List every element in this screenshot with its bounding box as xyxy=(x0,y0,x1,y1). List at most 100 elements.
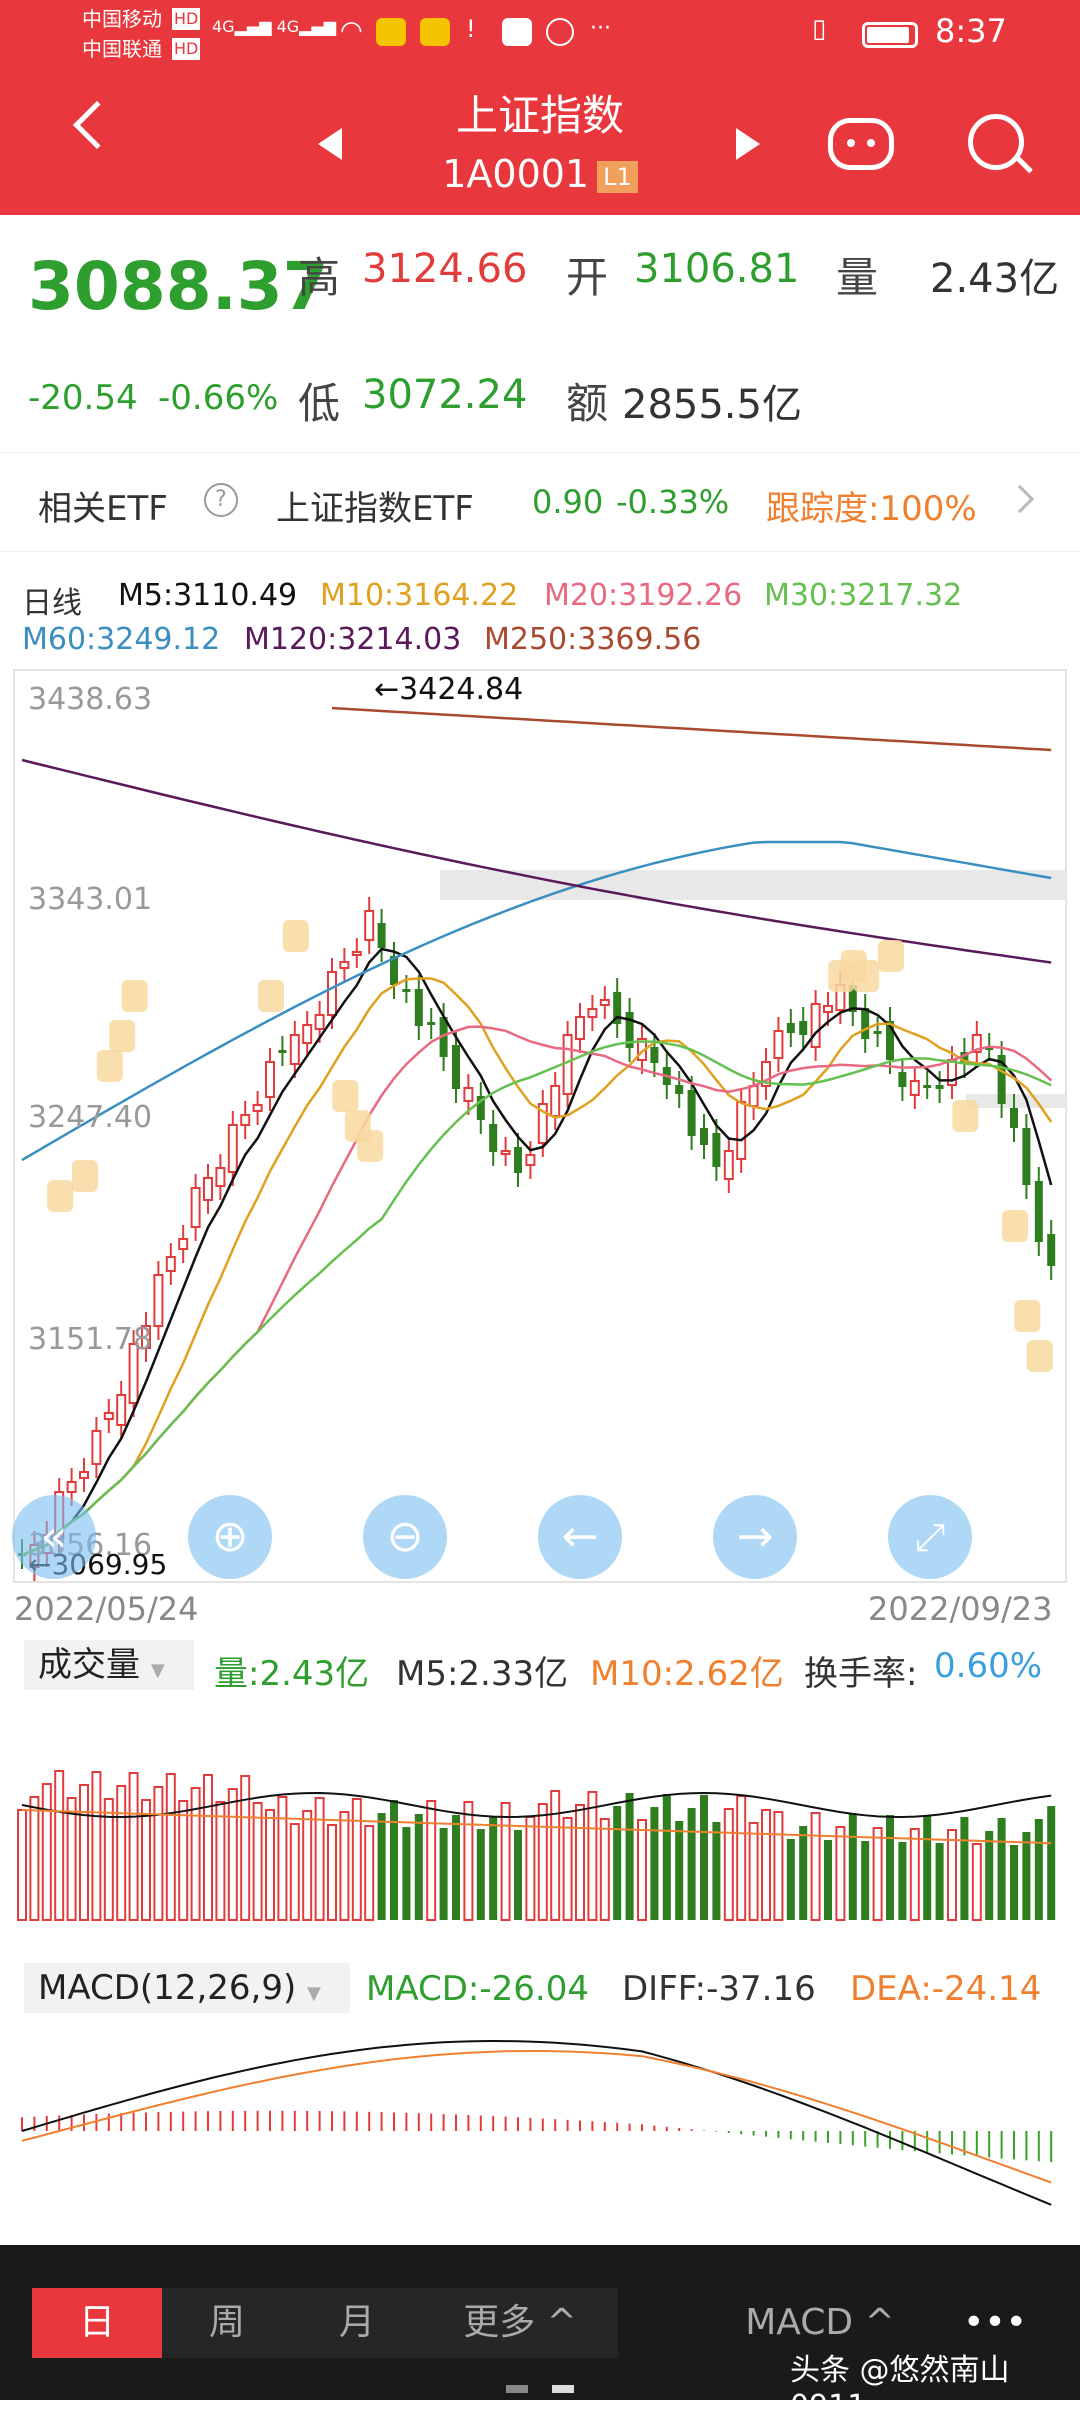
candle-up xyxy=(240,1114,251,1126)
candle-down xyxy=(452,1045,460,1089)
zoom-out-button[interactable]: ⊖ xyxy=(363,1495,447,1579)
sequence-marker xyxy=(853,960,880,992)
ma60-label: M60:3249.12 xyxy=(22,622,221,657)
candle-up xyxy=(773,1030,784,1059)
candle-up xyxy=(165,1256,176,1272)
volume-selector[interactable]: 成交量 ▼ xyxy=(24,1640,194,1690)
related-etf-row[interactable]: 相关ETF ? 上证指数ETF 0.90 -0.33% 跟踪度:100% xyxy=(0,452,1080,552)
ma120-line xyxy=(21,758,1052,964)
candle-down xyxy=(786,1023,795,1033)
volume-bar-up xyxy=(289,1823,300,1921)
pan-right-button[interactable]: → xyxy=(713,1495,797,1579)
weibo-icon xyxy=(376,18,406,46)
candle-down xyxy=(861,1008,870,1039)
volume-bar-up xyxy=(178,1800,189,1921)
date-end: 2022/09/23 xyxy=(868,1590,1053,1628)
volume-bar-up xyxy=(599,1818,610,1921)
candle-down xyxy=(414,989,423,1026)
macd-value: MACD:-26.04 xyxy=(366,1969,589,2009)
tab-month[interactable]: 月 xyxy=(292,2288,422,2358)
pan-left-button[interactable]: ← xyxy=(538,1495,622,1579)
current-price: 3088.37 xyxy=(28,248,329,325)
volume-bar-down xyxy=(1010,1845,1018,1920)
sequence-marker xyxy=(1002,1210,1028,1242)
volume-bar-down xyxy=(414,1814,423,1920)
candle-up xyxy=(79,1471,89,1479)
volume-bar-up xyxy=(141,1799,151,1921)
candle-up xyxy=(723,1150,734,1180)
candle-down xyxy=(675,1085,684,1094)
candle-up xyxy=(575,1016,585,1040)
next-stock-icon[interactable] xyxy=(736,128,760,160)
volume-bar-up xyxy=(277,1796,288,1921)
volume-bar-up xyxy=(947,1829,957,1921)
y-label-4: 3151.78 xyxy=(28,1322,153,1357)
tab-week[interactable]: 周 xyxy=(162,2288,292,2358)
price-change-pct: -0.66% xyxy=(158,378,279,418)
high-marker: ←3424.84 xyxy=(374,672,524,707)
sequence-marker xyxy=(1026,1340,1053,1372)
volume-bar-down xyxy=(650,1807,659,1920)
volume-bar-up xyxy=(773,1811,784,1921)
collapse-left-button[interactable]: « xyxy=(12,1495,96,1579)
zoom-in-button[interactable]: ⊕ xyxy=(188,1495,272,1579)
volume-bar-up xyxy=(909,1828,920,1921)
ma10-line xyxy=(21,977,1053,1557)
volume-value: 2.43亿 xyxy=(930,256,1060,302)
ball-icon xyxy=(546,18,574,46)
fullscreen-button[interactable]: ⤢ xyxy=(888,1495,972,1579)
ma30-label: M30:3217.32 xyxy=(764,578,963,613)
ma120-label: M120:3214.03 xyxy=(244,622,462,657)
sequence-marker xyxy=(878,940,904,972)
candle-up xyxy=(500,1150,511,1155)
tab-more[interactable]: 更多 ^ xyxy=(422,2288,618,2358)
volume-bar-down xyxy=(997,1818,1006,1920)
volume-bar-up xyxy=(116,1785,127,1921)
ma250-line xyxy=(331,706,1052,752)
volume-bar-down xyxy=(402,1827,411,1920)
level-badge: L1 xyxy=(597,160,638,193)
search-icon[interactable] xyxy=(968,114,1024,170)
candle-down xyxy=(700,1128,708,1145)
tab-day[interactable]: 日 xyxy=(32,2288,162,2358)
kline-svg xyxy=(13,669,1067,1583)
sequence-marker xyxy=(332,1080,359,1112)
volume-bar-up xyxy=(165,1773,176,1921)
open-label: 开 xyxy=(566,253,609,302)
volume-bar-down xyxy=(662,1794,671,1920)
candle-up xyxy=(810,1003,821,1048)
candle-up xyxy=(302,1024,313,1044)
volume-bar-up xyxy=(537,1803,548,1921)
volume-bar-down xyxy=(514,1830,522,1920)
candle-up xyxy=(178,1238,189,1250)
candle-down xyxy=(1034,1181,1043,1242)
macd-title: MACD(12,26,9) xyxy=(38,1968,297,2008)
etf-pct: -0.33% xyxy=(616,483,730,521)
kline-chart[interactable]: 3438.63 3343.01 3247.40 3151.78 3056.16 … xyxy=(0,660,1080,1590)
y-label-1: 3438.63 xyxy=(28,682,153,717)
candle-up xyxy=(736,1101,747,1160)
candle-up xyxy=(339,961,350,969)
volume-bar-up xyxy=(240,1775,251,1921)
volume-bar-down xyxy=(985,1831,994,1920)
candle-up xyxy=(153,1274,164,1327)
help-icon[interactable]: ? xyxy=(204,483,238,517)
volume-bar-down xyxy=(613,1806,622,1920)
volume-bar-down xyxy=(1034,1819,1043,1920)
candle-up xyxy=(550,1085,561,1117)
candle-up xyxy=(599,999,610,1006)
candle-up xyxy=(327,971,337,1016)
volume-bar-down xyxy=(824,1840,832,1920)
volume-m5: M5:2.33亿 xyxy=(396,1654,569,1694)
watermark: 头条 @悠然南山0911 xyxy=(790,2353,1010,2424)
volume-bar-down xyxy=(1022,1832,1031,1920)
macd-selector[interactable]: MACD(12,26,9) ▼ xyxy=(24,1963,350,2013)
robot-icon[interactable] xyxy=(828,118,894,170)
volume-bar-down xyxy=(687,1808,696,1920)
volume-bar-up xyxy=(41,1783,52,1921)
y-label-2: 3343.01 xyxy=(28,882,153,917)
volume-bar-up xyxy=(91,1771,102,1921)
candle-up xyxy=(215,1167,226,1187)
volume-bar-up xyxy=(252,1802,263,1921)
volume-bar-down xyxy=(861,1841,870,1920)
